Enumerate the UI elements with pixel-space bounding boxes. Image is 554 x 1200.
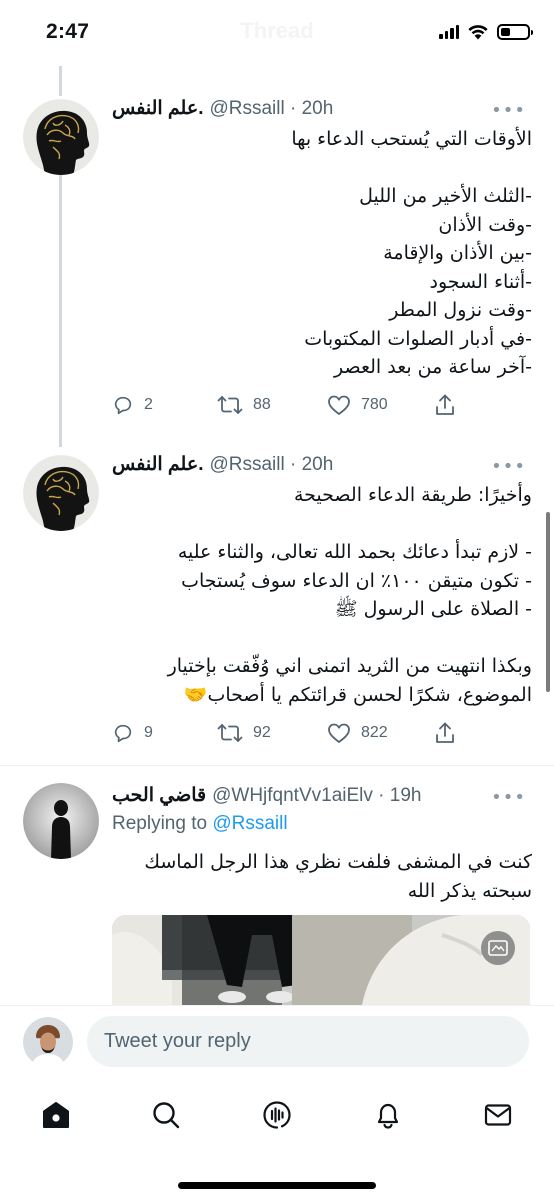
tweet-line: -في أدبار الصلوات المكتوبات [304,327,532,350]
home-indicator [178,1182,376,1189]
messages-icon [484,1104,512,1126]
share-icon [436,722,454,743]
home-icon [43,1102,69,1128]
nav-notifications[interactable] [368,1095,408,1135]
nav-search[interactable] [146,1095,186,1135]
more-options-icon[interactable]: ••• [491,787,526,808]
tweet-line: -أثناء السجود [429,270,532,293]
reply-count: 2 [144,396,153,413]
more-options-icon[interactable]: ••• [491,456,526,477]
reply-icon [114,396,132,415]
display-name[interactable]: قاضي الحب [112,784,206,807]
tweet-line: الموضوع، شكرًا لحسن قرائتكم يا أصحاب🤝 [183,683,532,706]
retweet-icon [217,724,243,742]
share-icon [436,394,454,415]
replying-to: Replying to @Rssaill [112,813,288,835]
nav-messages[interactable] [478,1095,518,1135]
tweet-line: -الثلث الأخير من الليل [359,185,532,207]
tweet-text: كنت في المشفى فلفت نظري هذا الرجل الماسك… [112,848,532,905]
reply-icon [114,724,132,743]
avatar[interactable] [23,1017,73,1067]
more-options-icon[interactable]: ••• [491,100,526,121]
tweet-header: علم النفس. @Rssaill · 20h [112,453,534,476]
heart-icon [328,723,350,743]
search-icon [153,1102,180,1129]
tweet-header: علم النفس. @Rssaill · 20h [112,97,534,120]
alt-text-icon[interactable] [488,940,508,956]
retweet-icon [217,396,243,414]
tweet-line: -بين الأذان والإقامة [383,242,532,264]
display-name[interactable]: علم النفس. [112,97,203,120]
tweet-actions: 9 92 822 [112,718,472,748]
tweet-meta: @Rssaill · 20h [209,97,334,119]
like-count: 780 [361,396,388,413]
spaces-icon [263,1101,291,1129]
share-button[interactable] [434,393,456,417]
bottom-navigation [0,1079,554,1200]
replying-to-label: Replying to [112,813,208,834]
tweet-line: وأخيرًا: طريقة الدعاء الصحيحة [293,484,532,506]
like-button[interactable]: 780 [327,394,388,416]
retweet-button[interactable]: 92 [217,722,271,744]
tweet-text: وأخيرًا: طريقة الدعاء الصحيحة - لازم تبد… [112,481,532,709]
reply-input-placeholder: Tweet your reply [104,1030,251,1052]
tweet-line: -وقت نزول المطر [389,299,532,321]
reply-count: 9 [144,724,153,741]
tweet[interactable]: علم النفس. @Rssaill · 20h ••• الأوقات ال… [0,0,554,445]
reply-input[interactable]: Tweet your reply [87,1016,529,1067]
tweet-line: وبكذا انتهيت من الثريد اتمنى اني وُفّقت … [167,655,532,677]
avatar[interactable] [23,783,99,859]
retweet-count: 92 [253,724,271,741]
reply-button[interactable]: 9 [112,722,153,744]
heart-icon [328,395,350,415]
tweet-line: - تكون متيقن ١٠٠٪ ان الدعاء سوف يُستجاب [181,569,532,592]
scrollbar[interactable] [546,512,550,692]
tweet-line: -آخر ساعة من بعد العصر [333,356,532,378]
tweet-meta: @Rssaill · 20h [209,453,334,475]
avatar[interactable] [23,99,99,175]
retweet-button[interactable]: 88 [217,394,271,416]
replying-to-handle[interactable]: @Rssaill [212,813,287,834]
tweet-line: الأوقات التي يُستحب الدعاء بها [291,128,532,150]
nav-home[interactable] [36,1095,76,1135]
like-button[interactable]: 822 [327,722,388,744]
tweet-line: - الصلاة على الرسول ﷺ [334,598,532,620]
nav-spaces[interactable] [257,1095,297,1135]
tweet-header: قاضي الحب @WHjfqntVv1aiElv · 19h [112,784,534,807]
reply-composer: Tweet your reply [0,1005,554,1079]
tweet[interactable]: علم النفس. @Rssaill · 20h ••• وأخيرًا: ط… [0,445,554,765]
like-count: 822 [361,724,388,741]
tweet-text: الأوقات التي يُستحب الدعاء بها -الثلث ال… [112,125,532,382]
tweet-line: سبحته يذكر الله [407,879,532,902]
tweet-line: -وقت الأذان [438,213,532,236]
tweet-photo[interactable] [112,915,530,1005]
display-name[interactable]: علم النفس. [112,453,203,476]
reply-button[interactable]: 2 [112,394,153,416]
avatar[interactable] [23,455,99,531]
retweet-count: 88 [253,396,271,413]
notifications-icon [377,1103,399,1129]
tweet-line: كنت في المشفى فلفت نظري هذا الرجل الماسك [144,851,532,873]
tweet-actions: 2 88 780 [112,390,472,420]
share-button[interactable] [434,721,456,745]
tweet-line: - لازم تبدأ دعائك بحمد الله تعالى، والثن… [177,541,532,563]
tweet-meta: @WHjfqntVv1aiElv · 19h [212,784,422,806]
